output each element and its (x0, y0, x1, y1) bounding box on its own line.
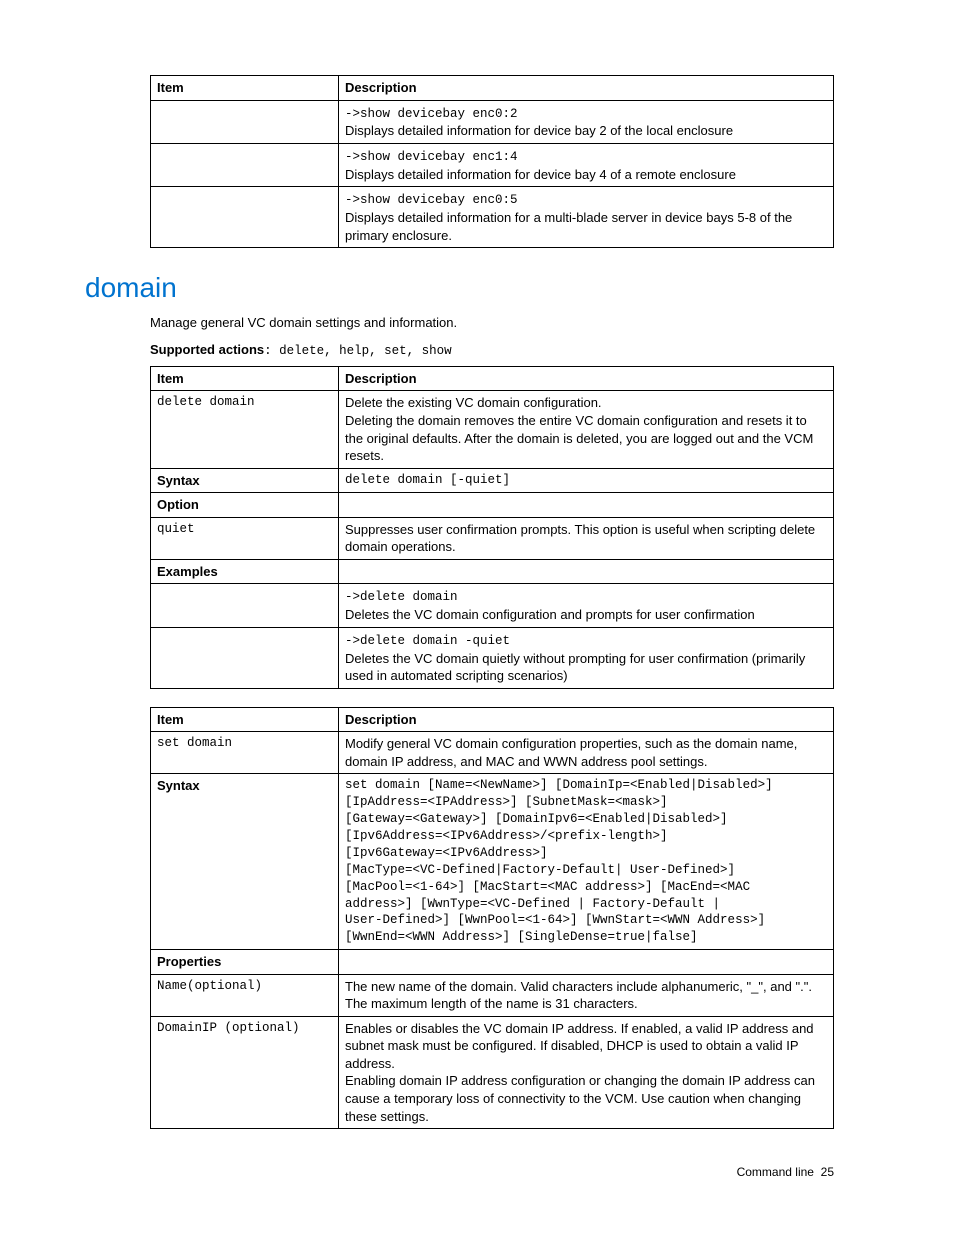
cell-desc: Modify general VC domain configuration p… (339, 732, 834, 774)
cell-desc: ->show devicebay enc0:5 Displays detaile… (339, 187, 834, 248)
syntax-line: [Ipv6Gateway=<IPv6Address>] (345, 846, 548, 860)
desc-text: Enables or disables the VC domain IP add… (345, 1021, 814, 1071)
footer-page: 25 (821, 1165, 834, 1179)
cell-item (151, 584, 339, 627)
th-desc: Description (339, 707, 834, 732)
section-heading-domain: domain (85, 272, 834, 304)
cell-desc: ->delete domain Deletes the VC domain co… (339, 584, 834, 627)
page-footer: Command line 25 (150, 1165, 834, 1179)
syntax-line: User-Defined>] [WwnPool=<1-64>] [WwnStar… (345, 913, 765, 927)
cell-desc: set domain [Name=<NewName>] [DomainIp=<E… (339, 774, 834, 950)
desc-text: Deletes the VC domain configuration and … (345, 607, 755, 622)
syntax-line: address>] [WwnType=<VC-Defined | Factory… (345, 897, 720, 911)
cell-desc: delete domain [-quiet] (339, 468, 834, 493)
cell-desc: ->show devicebay enc0:2 Displays detaile… (339, 100, 834, 143)
cell-desc: Suppresses user confirmation prompts. Th… (339, 517, 834, 559)
desc-text: Delete the existing VC domain configurat… (345, 395, 602, 410)
cell-item (151, 187, 339, 248)
devicebay-examples-table: Item Description ->show devicebay enc0:2… (150, 75, 834, 248)
cell-desc (339, 950, 834, 975)
section-intro: Manage general VC domain settings and in… (150, 314, 834, 332)
syntax-line: [IpAddress=<IPAddress>] [SubnetMask=<mas… (345, 795, 668, 809)
desc-text: Deletes the VC domain quietly without pr… (345, 651, 805, 684)
syntax-line: [WwnEnd=<WWN Address>] [SingleDense=true… (345, 930, 698, 944)
cell-desc: The new name of the domain. Valid charac… (339, 974, 834, 1016)
cell-desc: Enables or disables the VC domain IP add… (339, 1016, 834, 1128)
syntax-line: [Gateway=<Gateway>] [DomainIpv6=<Enabled… (345, 812, 728, 826)
desc-text: Displays detailed information for device… (345, 167, 736, 182)
th-desc: Description (339, 366, 834, 391)
cell-desc: ->delete domain -quiet Deletes the VC do… (339, 627, 834, 688)
syntax-line: [MacPool=<1-64>] [MacStart=<MAC address>… (345, 880, 750, 894)
cell-item: Option (151, 493, 339, 518)
th-item: Item (151, 366, 339, 391)
cell-item (151, 627, 339, 688)
cell-item: DomainIP (optional) (151, 1016, 339, 1128)
cell-desc: Delete the existing VC domain configurat… (339, 391, 834, 468)
footer-label: Command line (737, 1165, 814, 1179)
cell-item (151, 100, 339, 143)
cell-item: Examples (151, 559, 339, 584)
cmd-text: ->show devicebay enc0:2 (345, 107, 518, 121)
page-content: Item Description ->show devicebay enc0:2… (0, 0, 954, 1209)
supported-actions-list: : delete, help, set, show (264, 344, 452, 358)
syntax-line: [MacType=<VC-Defined|Factory-Default| Us… (345, 863, 735, 877)
desc-text: Displays detailed information for a mult… (345, 210, 792, 243)
th-item: Item (151, 707, 339, 732)
cell-desc: ->show devicebay enc1:4 Displays detaile… (339, 143, 834, 186)
cell-item: Syntax (151, 468, 339, 493)
cell-item: set domain (151, 732, 339, 774)
th-item: Item (151, 76, 339, 101)
supported-actions-label: Supported actions (150, 342, 264, 357)
th-desc: Description (339, 76, 834, 101)
cmd-text: ->delete domain -quiet (345, 634, 510, 648)
cell-item: delete domain (151, 391, 339, 468)
cell-desc (339, 493, 834, 518)
cell-item: quiet (151, 517, 339, 559)
desc-text: Enabling domain IP address configuration… (345, 1073, 815, 1123)
desc-text: Displays detailed information for device… (345, 123, 733, 138)
delete-domain-table: Item Description delete domain Delete th… (150, 366, 834, 689)
set-domain-table: Item Description set domain Modify gener… (150, 707, 834, 1129)
cell-item: Properties (151, 950, 339, 975)
desc-text: Deleting the domain removes the entire V… (345, 413, 813, 463)
cmd-text: ->show devicebay enc1:4 (345, 150, 518, 164)
cell-item: Name(optional) (151, 974, 339, 1016)
cmd-text: ->delete domain (345, 590, 458, 604)
cmd-text: ->show devicebay enc0:5 (345, 193, 518, 207)
syntax-line: set domain [Name=<NewName>] [DomainIp=<E… (345, 778, 773, 792)
syntax-line: [Ipv6Address=<IPv6Address>/<prefix-lengt… (345, 829, 668, 843)
cell-item: Syntax (151, 774, 339, 950)
cell-desc (339, 559, 834, 584)
cell-item (151, 143, 339, 186)
supported-actions-line: Supported actions: delete, help, set, sh… (150, 342, 834, 358)
